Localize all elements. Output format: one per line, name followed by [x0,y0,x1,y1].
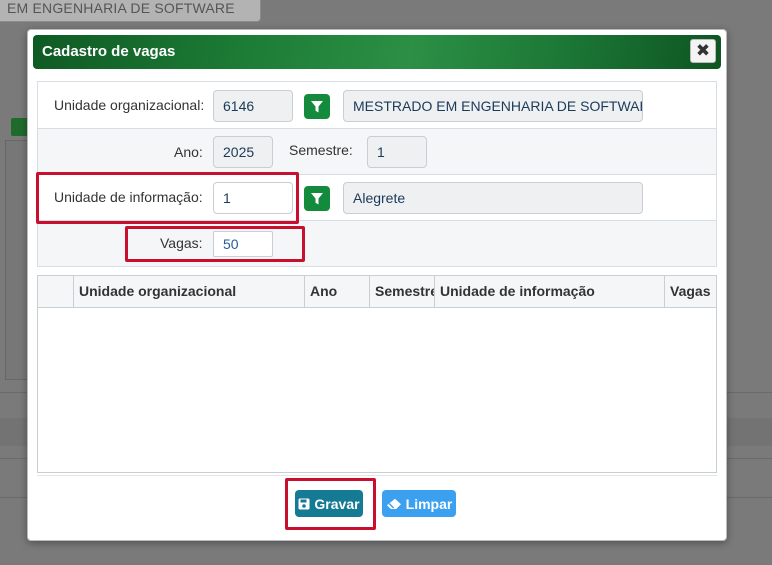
dialog-header: Cadastro de vagas ✖ [33,35,721,69]
table-header-semestre[interactable]: Semestre [369,276,434,307]
unidade-org-filter-button[interactable] [304,94,330,119]
save-button[interactable]: Gravar [295,490,363,517]
row-ano-semestre: Ano: 2025 Semestre: 1 [38,129,716,175]
table-header-select [38,276,73,307]
footer-divider [37,475,717,476]
table-header-unidade-informacao[interactable]: Unidade de informação [434,276,668,307]
unidade-info-name-field[interactable]: Alegrete [343,182,643,214]
floppy-disk-icon [298,498,310,509]
vagas-dialog: Cadastro de vagas ✖ Unidade organizacion… [27,29,727,541]
vagas-table: Unidade organizacional Ano Semestre Unid… [37,275,717,473]
vagas-label: Vagas: [160,235,203,251]
ano-label: Ano: [174,144,203,160]
clear-button[interactable]: Limpar [382,490,456,517]
semestre-field[interactable]: 1 [367,136,427,168]
filter-icon [311,192,323,204]
unidade-org-name-field[interactable]: MESTRADO EM ENGENHARIA DE SOFTWARE [343,90,643,122]
table-header-vagas[interactable]: Vagas [664,276,716,307]
close-button[interactable]: ✖ [690,39,716,63]
eraser-icon [386,498,401,509]
table-header: Unidade organizacional Ano Semestre Unid… [38,276,716,308]
background-tab: EM ENGENHARIA DE SOFTWARE [0,0,261,22]
dialog-title: Cadastro de vagas [42,43,176,60]
table-header-ano[interactable]: Ano [304,276,369,307]
clear-label: Limpar [405,495,453,512]
vagas-form: Unidade organizacional: 6146 MESTRADO EM… [37,81,717,267]
vagas-field[interactable]: 50 [213,231,273,257]
ano-field[interactable]: 2025 [213,136,273,168]
unidade-info-filter-button[interactable] [304,186,330,211]
save-label: Gravar [314,495,360,512]
unidade-info-label: Unidade de informação: [54,189,203,205]
row-unidade-informacao: Unidade de informação: 1 Alegrete [38,175,716,221]
row-vagas: Vagas: 50 [38,221,716,266]
close-icon: ✖ [695,41,711,60]
unidade-info-code-field[interactable]: 1 [213,182,293,214]
unidade-org-code-field[interactable]: 6146 [213,90,293,122]
table-header-unidade-organizacional[interactable]: Unidade organizacional [73,276,304,307]
row-unidade-organizacional: Unidade organizacional: 6146 MESTRADO EM… [38,82,716,129]
semestre-label: Semestre: [289,142,353,158]
unidade-org-label: Unidade organizacional: [54,97,205,113]
filter-icon [311,100,323,112]
